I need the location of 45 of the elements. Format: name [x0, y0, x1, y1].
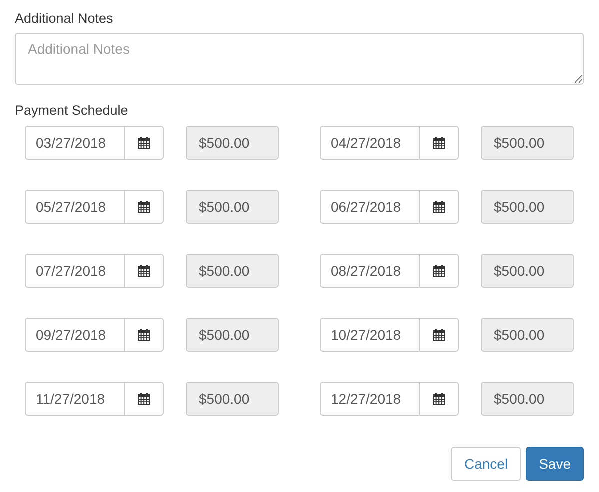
- calendar-button[interactable]: [420, 126, 459, 160]
- calendar-icon: [433, 393, 445, 405]
- calendar-button[interactable]: [125, 318, 164, 352]
- notes-field[interactable]: Additional Notes: [15, 33, 584, 85]
- calendar-button[interactable]: [420, 318, 459, 352]
- amount-field[interactable]: $500.00: [481, 254, 574, 288]
- date-field[interactable]: 11/27/2018: [25, 382, 125, 416]
- calendar-icon: [433, 265, 445, 277]
- amount-field[interactable]: $500.00: [481, 382, 574, 416]
- calendar-icon: [433, 201, 445, 213]
- amount-field[interactable]: $500.00: [481, 190, 574, 224]
- date-field[interactable]: 08/27/2018: [320, 254, 420, 288]
- date-field[interactable]: 06/27/2018: [320, 190, 420, 224]
- date-field[interactable]: 07/27/2018: [25, 254, 125, 288]
- calendar-icon: [138, 265, 150, 277]
- calendar-icon: [138, 201, 150, 213]
- amount-field[interactable]: $500.00: [186, 254, 279, 288]
- date-field[interactable]: 04/27/2018: [320, 126, 420, 160]
- calendar-icon: [138, 329, 150, 341]
- amount-field[interactable]: $500.00: [481, 318, 574, 352]
- calendar-button[interactable]: [125, 254, 164, 288]
- amount-field[interactable]: $500.00: [186, 318, 279, 352]
- cancel-button[interactable]: Cancel: [451, 447, 522, 481]
- date-field[interactable]: 12/27/2018: [320, 382, 420, 416]
- date-field[interactable]: 03/27/2018: [25, 126, 125, 160]
- date-field[interactable]: 09/27/2018: [25, 318, 125, 352]
- amount-field[interactable]: $500.00: [481, 126, 574, 160]
- date-field[interactable]: 10/27/2018: [320, 318, 420, 352]
- calendar-icon: [138, 393, 150, 405]
- calendar-button[interactable]: [420, 382, 459, 416]
- schedule-label: Payment Schedule: [15, 103, 130, 119]
- calendar-button[interactable]: [420, 254, 459, 288]
- calendar-icon: [433, 137, 445, 149]
- calendar-button[interactable]: [125, 190, 164, 224]
- notes-label: Additional Notes: [15, 11, 114, 27]
- calendar-button[interactable]: [125, 382, 164, 416]
- save-button[interactable]: Save: [526, 447, 584, 481]
- calendar-icon: [138, 137, 150, 149]
- calendar-button[interactable]: [420, 190, 459, 224]
- amount-field[interactable]: $500.00: [186, 126, 279, 160]
- amount-field[interactable]: $500.00: [186, 382, 279, 416]
- amount-field[interactable]: $500.00: [186, 190, 279, 224]
- calendar-button[interactable]: [125, 126, 164, 160]
- calendar-icon: [433, 329, 445, 341]
- date-field[interactable]: 05/27/2018: [25, 190, 125, 224]
